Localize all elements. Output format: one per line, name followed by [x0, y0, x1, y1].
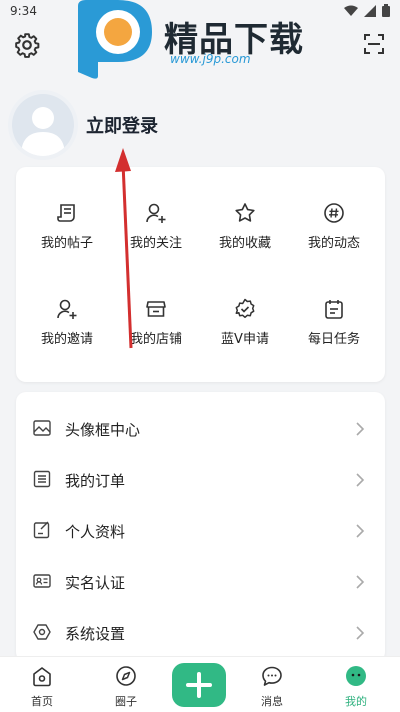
nav-label: 首页 [31, 695, 53, 708]
nav-me[interactable]: 我的 [326, 665, 386, 709]
signal-icon [364, 4, 376, 17]
avatar[interactable] [12, 94, 74, 156]
grid-label: 我的店铺 [129, 332, 182, 347]
chevron-right-icon [356, 626, 365, 640]
grid-item-favorites[interactable]: 我的收藏 [200, 202, 290, 282]
menu-label: 头像框中心 [65, 420, 141, 439]
grid-label: 我的收藏 [218, 236, 271, 251]
nav-label-active: 我的 [345, 695, 367, 708]
chevron-right-icon [356, 473, 365, 487]
status-icons [344, 4, 390, 17]
menu-label: 个人资料 [65, 522, 126, 541]
menu-item-avatar-frame[interactable]: 头像框中心 [16, 404, 385, 454]
id-card-icon [33, 574, 51, 588]
wifi-icon [344, 5, 358, 16]
nav-label: 消息 [261, 695, 283, 708]
gear-icon[interactable] [14, 32, 40, 58]
chevron-right-icon [356, 575, 365, 589]
home-icon [33, 667, 51, 687]
grid-label: 我的邀请 [40, 332, 93, 347]
grid-item-daily-task[interactable]: 每日任务 [289, 298, 379, 378]
menu-label: 系统设置 [65, 624, 126, 643]
grid-label: 我的关注 [129, 236, 182, 251]
grid-item-activity[interactable]: 我的动态 [289, 202, 379, 282]
menu-item-profile[interactable]: 个人资料 [16, 506, 385, 556]
login-link[interactable]: 立即登录 [86, 112, 158, 138]
invite-icon [57, 299, 77, 319]
watermark-url: www.j9p.com [170, 52, 251, 66]
image-frame-icon [33, 420, 51, 436]
grid-item-blue-v[interactable]: 蓝V申请 [200, 298, 290, 378]
menu-item-system-settings[interactable]: 系统设置 [16, 608, 385, 658]
chat-bubble-icon [262, 666, 282, 686]
store-icon [146, 301, 166, 317]
grid-label: 我的动态 [307, 236, 360, 251]
hashtag-icon [324, 203, 344, 223]
default-avatar-icon [21, 107, 65, 156]
scan-icon[interactable] [362, 32, 386, 56]
plus-icon [186, 672, 212, 698]
grid-item-posts[interactable]: 我的帖子 [22, 202, 112, 282]
watermark-logo-icon [78, 0, 152, 79]
settings-menu-card: 头像框中心 我的订单 个人资料 实名认证 系统设置 [16, 392, 385, 662]
watermark: 精品下载 www.j9p.com [72, 0, 332, 80]
calendar-icon [325, 300, 343, 319]
chevron-right-icon [356, 524, 365, 538]
verified-badge-icon [235, 298, 255, 319]
grid-label: 我的帖子 [40, 236, 93, 251]
star-icon [235, 203, 255, 222]
profile-header[interactable]: 立即登录 [12, 90, 158, 160]
battery-icon [382, 4, 390, 17]
nav-home[interactable]: 首页 [12, 665, 72, 709]
menu-label: 我的订单 [65, 471, 126, 490]
chevron-right-icon [356, 422, 365, 436]
posts-icon [57, 204, 75, 222]
order-list-icon [33, 470, 51, 488]
add-post-button[interactable] [172, 663, 226, 707]
nav-label: 圈子 [115, 695, 137, 708]
status-time: 9:34 [10, 4, 37, 18]
grid-item-store[interactable]: 我的店铺 [111, 298, 201, 378]
nav-circle[interactable]: 圈子 [96, 665, 156, 709]
compass-icon [116, 666, 136, 686]
follow-icon [146, 203, 166, 223]
grid-label: 每日任务 [307, 332, 360, 347]
menu-item-realname[interactable]: 实名认证 [16, 557, 385, 607]
menu-item-orders[interactable]: 我的订单 [16, 455, 385, 505]
grid-item-follow[interactable]: 我的关注 [111, 202, 201, 282]
edit-profile-icon [33, 521, 50, 539]
grid-label: 蓝V申请 [221, 332, 269, 347]
shortcut-grid-card: 我的帖子 我的关注 我的收藏 我的动态 我的邀请 我的店铺 蓝V申请 每日任务 [16, 167, 385, 382]
grid-item-invite[interactable]: 我的邀请 [22, 298, 112, 378]
me-face-icon [346, 666, 366, 686]
menu-label: 实名认证 [65, 573, 126, 592]
nav-messages[interactable]: 消息 [242, 665, 302, 709]
settings-hexagon-icon [33, 624, 51, 640]
